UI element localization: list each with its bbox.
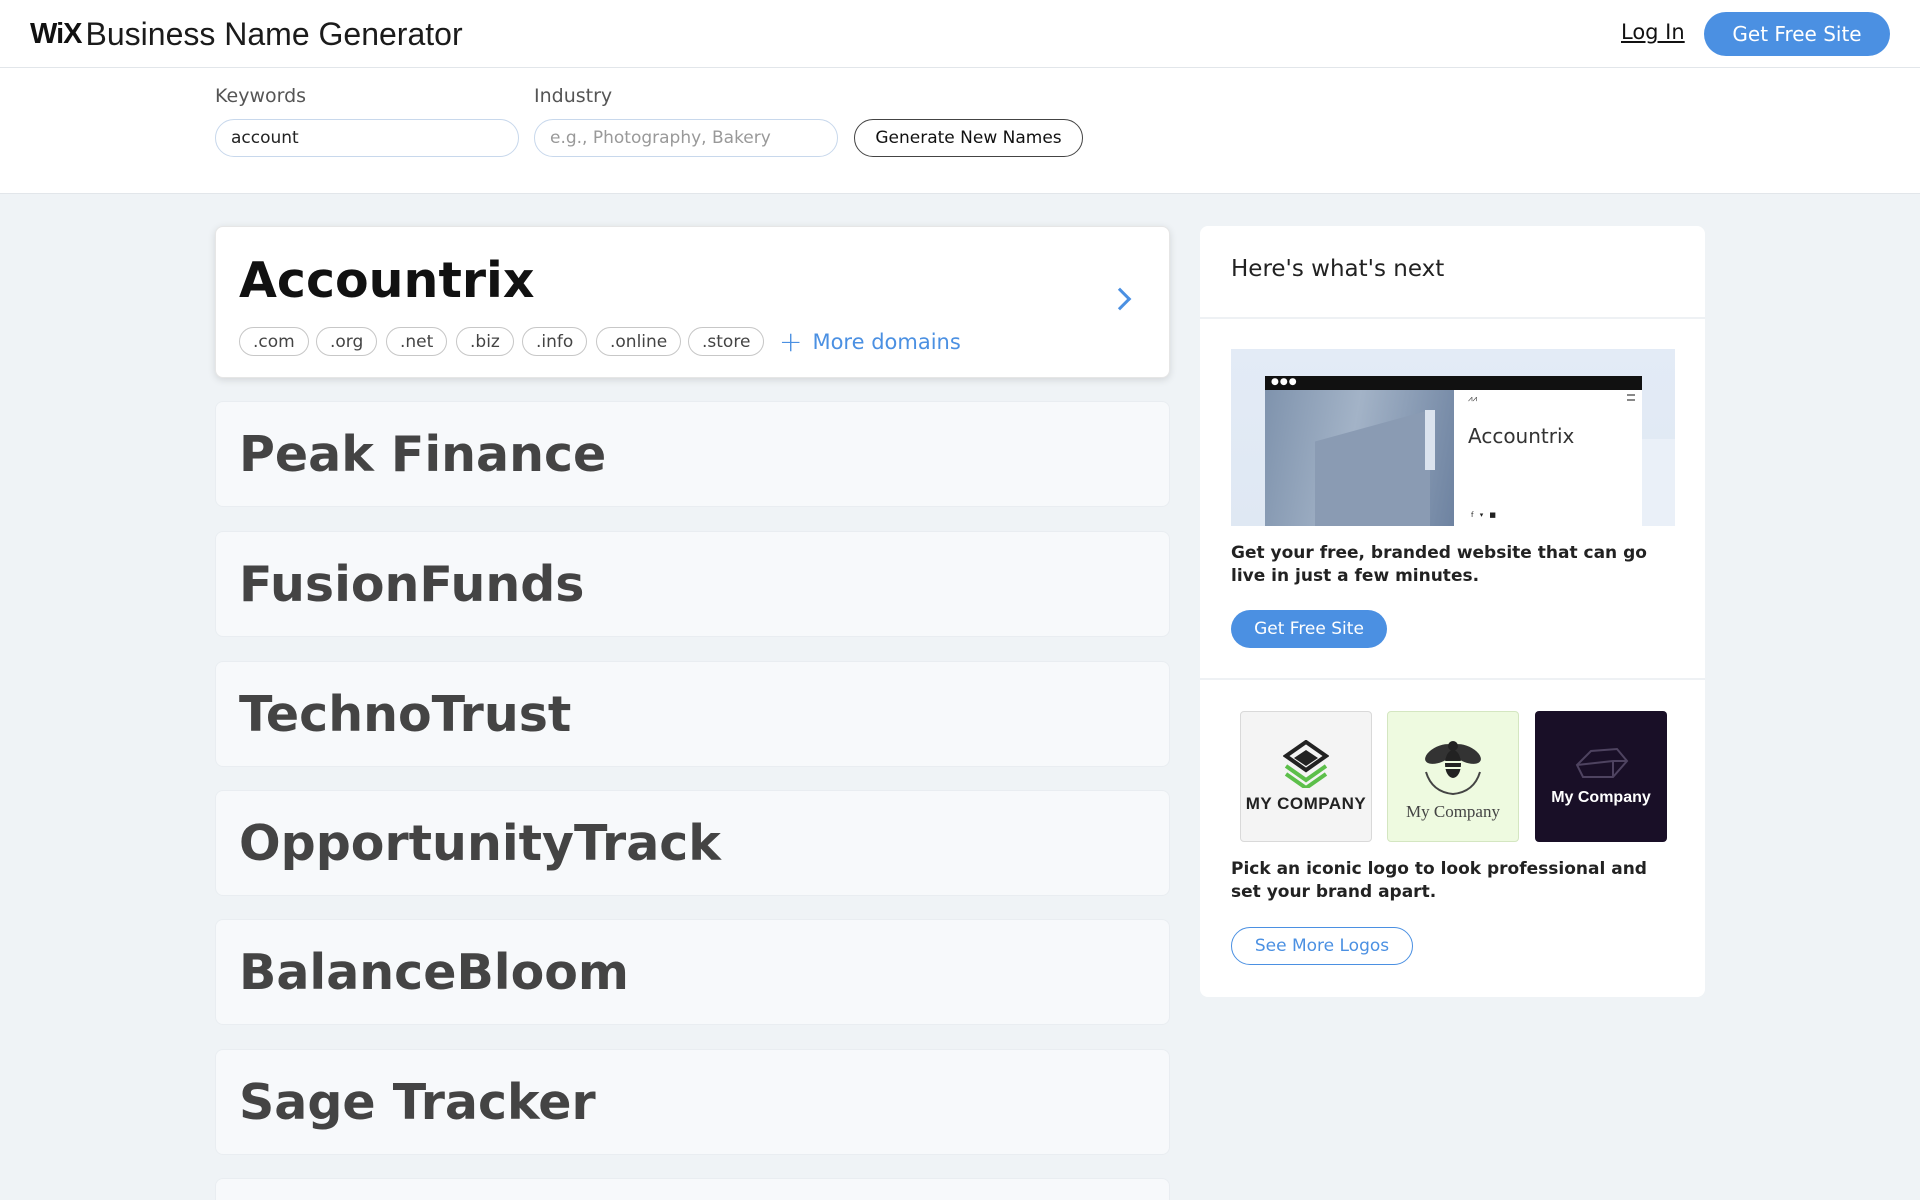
website-description: Get your free, branded website that can … bbox=[1231, 543, 1647, 586]
business-name: BalanceBloom bbox=[239, 944, 629, 1001]
name-card[interactable]: TechnoTrust bbox=[215, 661, 1170, 767]
plus-icon: + bbox=[779, 325, 803, 358]
name-card[interactable]: FusionFunds bbox=[215, 531, 1170, 637]
name-card[interactable]: Peak Finance bbox=[215, 401, 1170, 507]
browser-bar: ●●● bbox=[1265, 376, 1642, 390]
logo-sample-2[interactable]: My Company bbox=[1387, 711, 1519, 842]
keywords-label: Keywords bbox=[215, 85, 307, 107]
domain-chip-online[interactable]: .online bbox=[596, 327, 682, 356]
more-domains-link[interactable]: + More domains bbox=[779, 325, 961, 358]
brand[interactable]: WiX Business Name Generator bbox=[30, 14, 463, 54]
more-domains-label: More domains bbox=[812, 329, 961, 354]
business-name: TechnoTrust bbox=[239, 686, 572, 743]
building-photo bbox=[1265, 390, 1454, 526]
name-card[interactable]: BalanceBloom bbox=[215, 919, 1170, 1025]
search-bar: Keywords account Industry e.g., Photogra… bbox=[0, 68, 1920, 194]
top-bar: WiX Business Name Generator Log In Get F… bbox=[0, 0, 1920, 68]
bee-icon bbox=[1425, 740, 1481, 795]
name-card[interactable]: OpportunityTrack bbox=[215, 790, 1170, 896]
layers-icon bbox=[1283, 739, 1329, 788]
logo-description: Pick an iconic logo to look professional… bbox=[1231, 859, 1647, 902]
laptop-mockup: ●●● ⩘⩘ Accountrix f ▾ ■ bbox=[1265, 376, 1642, 526]
logo-sample-2-text: My Company bbox=[1406, 801, 1500, 821]
see-more-logos-button[interactable]: See More Logos bbox=[1231, 927, 1413, 965]
get-free-site-panel-button[interactable]: Get Free Site bbox=[1231, 610, 1387, 648]
domain-chip-org[interactable]: .org bbox=[316, 327, 378, 356]
logo-sample-1-text: MY COMPANY bbox=[1245, 793, 1367, 813]
website-preview-image: ●●● ⩘⩘ Accountrix f ▾ ■ bbox=[1231, 349, 1675, 526]
business-name: FusionFunds bbox=[239, 556, 585, 613]
domain-chip-info[interactable]: .info bbox=[522, 327, 588, 356]
business-name: Accountrix bbox=[239, 252, 535, 309]
logo-sample-3-text: My Company bbox=[1551, 788, 1651, 806]
name-card-partial[interactable] bbox=[215, 1178, 1170, 1200]
name-card-selected[interactable]: Accountrix .com .org .net .biz .info .on… bbox=[215, 226, 1170, 378]
keywords-input[interactable]: account bbox=[215, 119, 519, 157]
business-name: OpportunityTrack bbox=[239, 815, 721, 872]
mini-logo-icon: ⩘⩘ bbox=[1468, 394, 1478, 403]
logo-sample-1[interactable]: MY COMPANY bbox=[1240, 711, 1372, 842]
business-name: Peak Finance bbox=[239, 426, 607, 483]
gem-icon bbox=[1575, 747, 1629, 778]
generate-new-names-button[interactable]: Generate New Names bbox=[854, 119, 1083, 157]
login-link[interactable]: Log In bbox=[1621, 20, 1685, 44]
chevron-right-icon[interactable] bbox=[1108, 287, 1132, 311]
get-free-site-button[interactable]: Get Free Site bbox=[1704, 12, 1890, 56]
industry-input[interactable]: e.g., Photography, Bakery bbox=[534, 119, 838, 157]
panel-title: Here's what's next bbox=[1231, 256, 1445, 282]
logo-sample-3[interactable]: My Company bbox=[1535, 711, 1667, 842]
divider bbox=[1200, 317, 1705, 319]
social-icons: f ▾ ■ bbox=[1471, 511, 1499, 519]
domain-chip-store[interactable]: .store bbox=[688, 327, 765, 356]
domain-chip-net[interactable]: .net bbox=[386, 327, 448, 356]
wix-logo: WiX bbox=[30, 17, 83, 50]
industry-label: Industry bbox=[534, 85, 613, 107]
menu-icon bbox=[1627, 394, 1635, 401]
domain-chip-biz[interactable]: .biz bbox=[456, 327, 514, 356]
name-card[interactable]: Sage Tracker bbox=[215, 1049, 1170, 1155]
preview-site-name: Accountrix bbox=[1468, 424, 1575, 448]
domain-chip-com[interactable]: .com bbox=[239, 327, 309, 356]
divider bbox=[1200, 678, 1705, 680]
page-title: Business Name Generator bbox=[85, 15, 463, 52]
whats-next-panel: Here's what's next ●●● ⩘⩘ Accountrix f ▾… bbox=[1200, 226, 1705, 997]
business-name: Sage Tracker bbox=[239, 1074, 596, 1131]
